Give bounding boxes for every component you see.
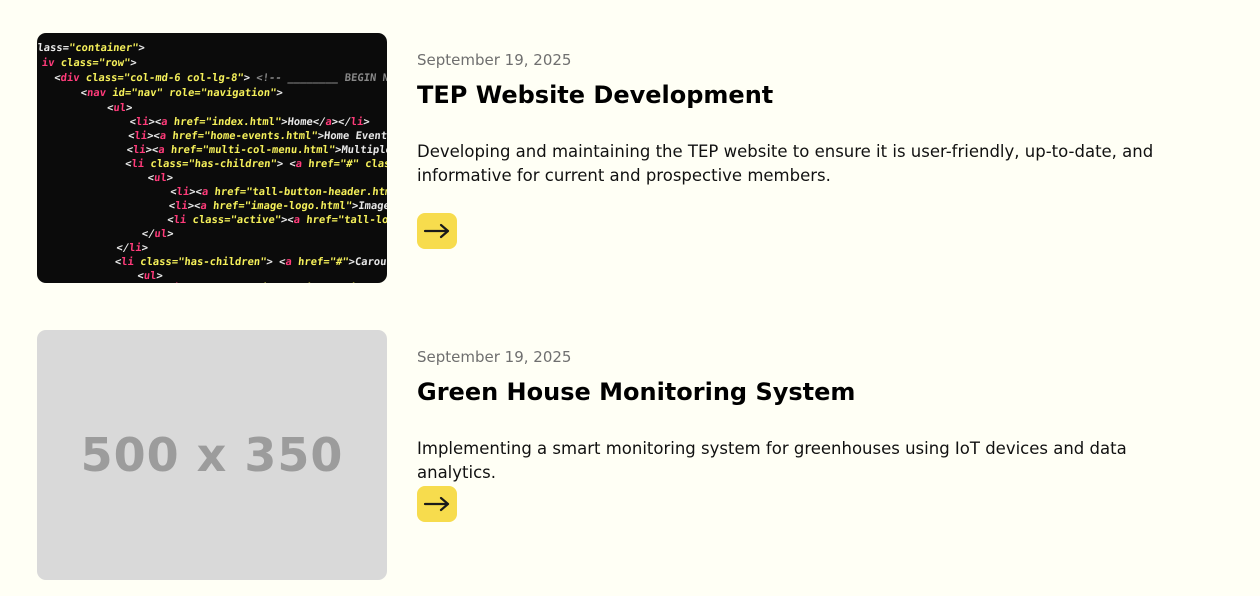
svg-text:lass="container">: lass="container"> (37, 42, 145, 54)
svg-text:<div class="col-md-6 col-lg-8": <div class="col-md-6 col-lg-8"> <!-- ___… (54, 72, 387, 84)
code-screenshot-image: lass="container"> iv class="row"> <div c… (37, 42, 387, 283)
svg-text:<li class="active"><a href="ta: <li class="active"><a href="tall-logo (167, 214, 387, 226)
post-image-placeholder[interactable]: 500 x 350 (37, 330, 387, 580)
svg-text:<nav id="nav" role="navigation: <nav id="nav" role="navigation"> (80, 87, 283, 99)
svg-text:<li class="has-children"> <a h: <li class="has-children"> <a href="#" cl… (125, 158, 387, 170)
arrow-right-icon (423, 223, 450, 239)
post-description: Developing and maintaining the TEP websi… (417, 142, 1154, 185)
svg-text:<li><a href="home-events.html": <li><a href="home-events.html">Home Even… (128, 130, 387, 142)
svg-text:<li><a href="tall-button-heade: <li><a href="tall-button-header.html (170, 186, 387, 198)
read-more-button[interactable] (417, 486, 457, 522)
svg-text:<ul>: <ul> (147, 172, 174, 184)
arrow-right-icon (423, 496, 450, 512)
post-date: September 19, 2025 (417, 51, 572, 69)
svg-text:<li class="has-children"> <a h: <li class="has-children"> <a href="#">Ca… (114, 256, 387, 268)
placeholder-label: 500 x 350 (80, 428, 344, 482)
read-more-button[interactable] (417, 213, 457, 249)
svg-text:<li><a href="variable-width-sl: <li><a href="variable-width-slider.ht (160, 282, 387, 283)
svg-text:</li>: </li> (116, 242, 149, 254)
post-card: 500 x 350 September 19, 2025 Green House… (37, 330, 1237, 580)
post-card: lass="container"> iv class="row"> <div c… (37, 33, 1237, 283)
svg-text:iv class="row">: iv class="row"> (41, 57, 137, 69)
post-title[interactable]: Green House Monitoring System (417, 378, 855, 406)
svg-text:<li><a href="image-logo.html">: <li><a href="image-logo.html">Image ( (168, 200, 387, 212)
post-image[interactable]: lass="container"> iv class="row"> <div c… (37, 33, 387, 283)
svg-text:<ul>: <ul> (106, 102, 133, 114)
svg-text:<ul>: <ul> (137, 270, 164, 282)
post-title[interactable]: TEP Website Development (417, 81, 773, 109)
svg-text:<li><a href="index.html">Home<: <li><a href="index.html">Home</a></li> (129, 116, 370, 128)
post-date: September 19, 2025 (417, 348, 572, 366)
post-description: Implementing a smart monitoring system f… (417, 439, 1127, 482)
svg-text:</ul>: </ul> (141, 228, 174, 240)
svg-text:<li><a href="multi-col-menu.ht: <li><a href="multi-col-menu.html">Multip… (126, 144, 387, 156)
